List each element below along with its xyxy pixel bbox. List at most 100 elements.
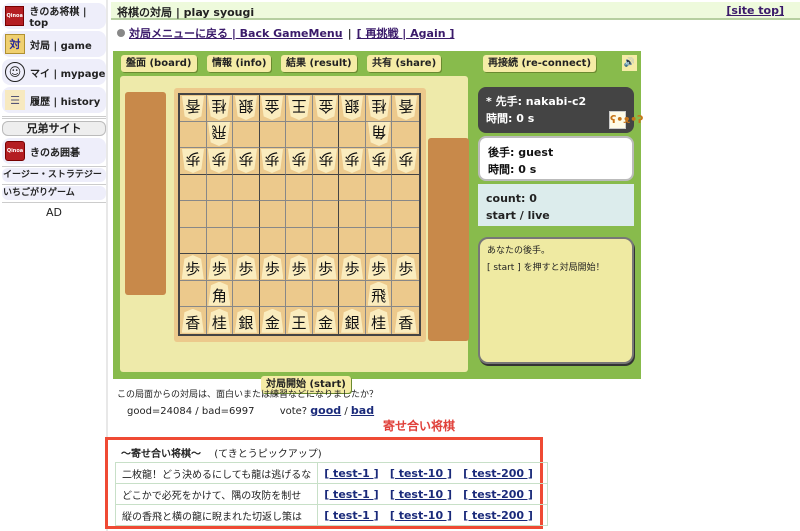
board-square[interactable] bbox=[180, 174, 207, 202]
sente-piece[interactable]: 歩 bbox=[394, 255, 417, 280]
gote-piece[interactable]: 歩 bbox=[182, 149, 204, 173]
board-square[interactable]: 王 bbox=[286, 95, 313, 122]
gote-piece[interactable]: 王 bbox=[288, 96, 310, 120]
board-square[interactable] bbox=[286, 280, 313, 308]
board-square[interactable] bbox=[392, 122, 419, 149]
gote-piece[interactable]: 歩 bbox=[288, 149, 310, 173]
test-10-link[interactable]: [ test-10 ] bbox=[390, 509, 452, 522]
result-button[interactable]: 結果 (result) bbox=[281, 55, 357, 72]
board-square[interactable] bbox=[312, 201, 340, 228]
board-square[interactable]: 歩 bbox=[392, 148, 419, 175]
gote-piece[interactable]: 香 bbox=[182, 96, 204, 120]
board-square[interactable]: 歩 bbox=[286, 148, 313, 175]
board-square[interactable] bbox=[233, 174, 260, 202]
sidebar-link-easy-strategy[interactable]: イージー・ストラテジー bbox=[2, 168, 106, 182]
sidebar-item-igo[interactable]: Qinoa きのあ囲碁 bbox=[2, 138, 106, 164]
board-square[interactable]: 歩 bbox=[312, 148, 340, 175]
board-square[interactable]: 桂 bbox=[207, 307, 234, 334]
sidebar-link-strawberry-game[interactable]: いちごがりゲーム bbox=[2, 186, 106, 200]
board-square[interactable] bbox=[259, 174, 287, 202]
share-button[interactable]: 共有 (share) bbox=[367, 55, 442, 72]
sente-piece[interactable]: 歩 bbox=[208, 255, 231, 280]
board-square[interactable]: 歩 bbox=[392, 254, 419, 281]
board-square[interactable]: 歩 bbox=[339, 148, 366, 175]
sente-piece[interactable]: 歩 bbox=[234, 255, 257, 280]
board-square[interactable] bbox=[339, 280, 366, 308]
test-1-link[interactable]: [ test-1 ] bbox=[324, 467, 378, 480]
board-square[interactable]: 歩 bbox=[180, 254, 207, 281]
test-200-link[interactable]: [ test-200 ] bbox=[463, 488, 533, 501]
board-square[interactable]: 桂 bbox=[366, 307, 393, 334]
board-square[interactable] bbox=[206, 201, 234, 228]
board-square[interactable] bbox=[259, 280, 287, 308]
sidebar-item-mypage[interactable]: ☺ マイ | mypage bbox=[2, 59, 106, 85]
board-square[interactable]: 歩 bbox=[259, 148, 287, 175]
board-square[interactable] bbox=[206, 174, 234, 202]
board-square[interactable]: 歩 bbox=[180, 148, 207, 175]
board-square[interactable] bbox=[180, 280, 207, 308]
board-square[interactable] bbox=[392, 281, 419, 308]
sente-piece[interactable]: 桂 bbox=[367, 308, 390, 333]
info-button[interactable]: 情報 (info) bbox=[207, 55, 272, 72]
again-link[interactable]: [ 再挑戦 | Again ] bbox=[357, 27, 455, 40]
board-square[interactable]: 香 bbox=[180, 307, 207, 334]
board-square[interactable] bbox=[339, 174, 366, 202]
board-square[interactable] bbox=[339, 227, 366, 255]
sente-piece[interactable]: 歩 bbox=[287, 255, 310, 280]
board-square[interactable]: 王 bbox=[286, 307, 313, 334]
board-square[interactable] bbox=[259, 227, 287, 255]
sente-piece[interactable]: 香 bbox=[394, 308, 417, 333]
board-button[interactable]: 盤面 (board) bbox=[121, 55, 197, 72]
board-square[interactable] bbox=[286, 174, 313, 202]
board-square[interactable] bbox=[365, 227, 393, 255]
test-1-link[interactable]: [ test-1 ] bbox=[324, 488, 378, 501]
sente-piece[interactable]: 角 bbox=[208, 281, 231, 306]
board-square[interactable]: 銀 bbox=[339, 95, 366, 122]
board-square[interactable]: 金 bbox=[313, 307, 340, 334]
vote-good-link[interactable]: good bbox=[310, 404, 341, 417]
sente-piece[interactable]: 歩 bbox=[341, 255, 364, 280]
board-square[interactable]: 角 bbox=[365, 121, 393, 149]
sente-piece[interactable]: 歩 bbox=[314, 255, 337, 280]
sente-piece[interactable]: 銀 bbox=[234, 308, 257, 333]
gote-piece[interactable]: 桂 bbox=[368, 96, 390, 120]
board-square[interactable] bbox=[233, 201, 260, 228]
gote-piece[interactable]: 歩 bbox=[235, 149, 257, 173]
board-square[interactable] bbox=[259, 121, 287, 149]
gote-piece[interactable]: 歩 bbox=[315, 149, 337, 173]
test-200-link[interactable]: [ test-200 ] bbox=[463, 509, 533, 522]
board-square[interactable]: 歩 bbox=[339, 254, 366, 281]
board-square[interactable] bbox=[392, 201, 419, 228]
reconnect-button[interactable]: 再接続 (re-connect) bbox=[483, 55, 597, 72]
site-top-link[interactable]: [site top] bbox=[726, 4, 784, 17]
board-square[interactable] bbox=[365, 201, 393, 228]
gote-piece[interactable]: 歩 bbox=[208, 149, 230, 173]
board-square[interactable] bbox=[392, 228, 419, 255]
gote-piece[interactable]: 銀 bbox=[235, 96, 257, 120]
board-square[interactable] bbox=[233, 227, 260, 255]
board-square[interactable]: 香 bbox=[180, 95, 207, 122]
board-square[interactable] bbox=[180, 121, 207, 149]
board-square[interactable]: 歩 bbox=[206, 254, 234, 281]
back-gamemenu-link[interactable]: 対局メニューに戻る | Back GameMenu bbox=[129, 27, 343, 40]
board-square[interactable]: 歩 bbox=[286, 254, 313, 281]
vote-bad-link[interactable]: bad bbox=[351, 404, 374, 417]
sidebar-item-top[interactable]: Qinoa きのあ将棋 | top bbox=[2, 3, 106, 29]
board-square[interactable] bbox=[286, 121, 313, 149]
board-square[interactable]: 歩 bbox=[259, 254, 287, 281]
sound-toggle-icon[interactable]: 🔊 bbox=[622, 55, 637, 71]
sente-piece[interactable]: 歩 bbox=[181, 255, 204, 280]
board-square[interactable]: 歩 bbox=[233, 148, 260, 175]
test-10-link[interactable]: [ test-10 ] bbox=[390, 467, 452, 480]
gote-piece[interactable]: 金 bbox=[315, 96, 337, 120]
gote-piece[interactable]: 桂 bbox=[208, 96, 230, 120]
sente-piece[interactable]: 歩 bbox=[367, 255, 390, 280]
gote-piece[interactable]: 歩 bbox=[368, 149, 390, 173]
board-square[interactable]: 桂 bbox=[365, 95, 393, 122]
gote-piece[interactable]: 飛 bbox=[208, 122, 230, 146]
gote-piece[interactable]: 歩 bbox=[341, 149, 363, 173]
sente-piece[interactable]: 王 bbox=[287, 308, 310, 333]
board-square[interactable]: 飛 bbox=[206, 121, 234, 149]
board-square[interactable] bbox=[259, 201, 287, 228]
board-square[interactable]: 桂 bbox=[206, 95, 234, 122]
